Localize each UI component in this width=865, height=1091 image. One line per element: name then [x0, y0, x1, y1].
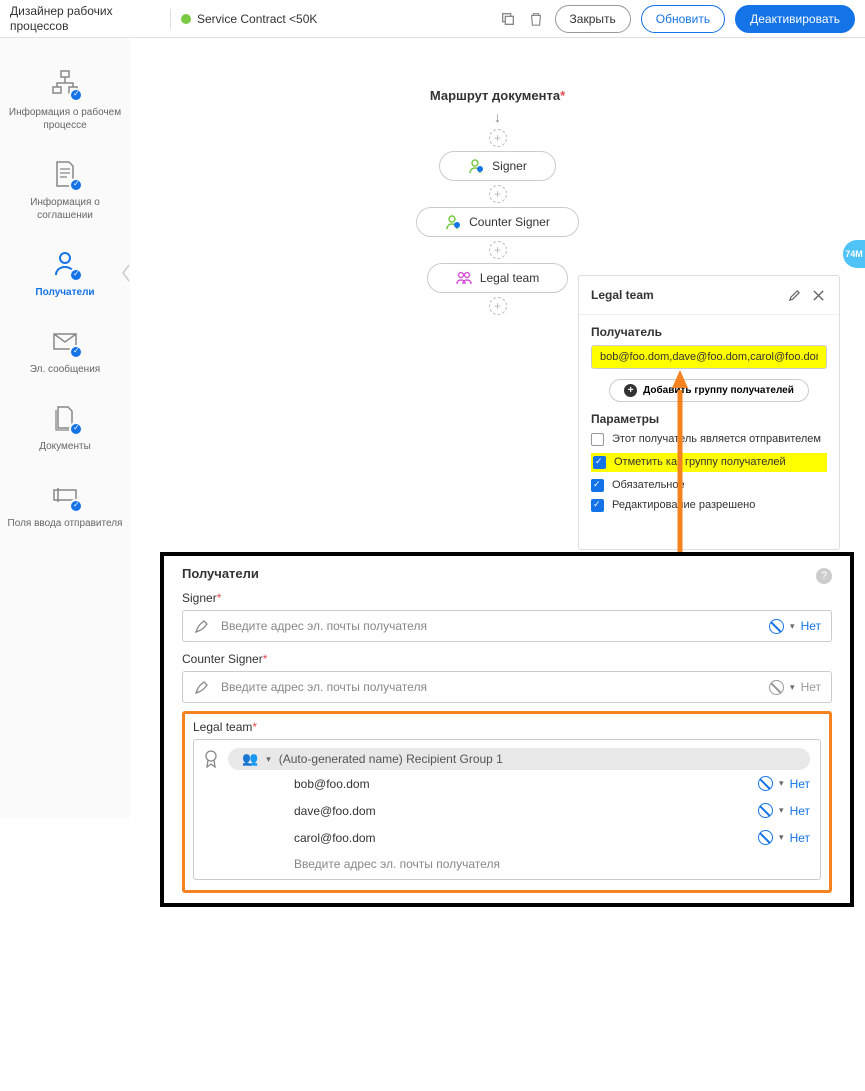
divider — [170, 9, 171, 29]
checkbox-icon — [591, 433, 604, 446]
recipient-group-block: 👥 ▾ (Auto-generated name) Recipient Grou… — [193, 739, 821, 880]
header-actions: Закрыть Обновить Деактивировать — [499, 5, 855, 33]
sidebar-item-emails[interactable]: Эл. сообщения — [0, 313, 130, 390]
chevron-down-icon: ▾ — [779, 778, 784, 789]
chevron-down-icon: ▾ — [779, 805, 784, 816]
add-node-button[interactable]: + — [489, 241, 507, 259]
sidebar-item-documents[interactable]: Документы — [0, 390, 130, 467]
group-member-row[interactable]: carol@foo.dom ▾Нет — [204, 824, 810, 851]
workflow-icon — [47, 66, 83, 102]
panel-title: Legal team — [591, 288, 785, 302]
sidebar-item-sender-fields[interactable]: Поля ввода отправителя — [0, 467, 130, 544]
refresh-button[interactable]: Обновить — [641, 5, 725, 33]
results-panel: Получатели ? Signer* Введите адрес эл. п… — [160, 552, 854, 907]
counter-badge[interactable]: 74M — [843, 240, 865, 268]
field-label-signer: Signer* — [182, 591, 832, 605]
counter-signer-email-input[interactable]: Введите адрес эл. почты получателя ▾ Нет — [182, 671, 832, 703]
prohibit-icon — [758, 803, 773, 818]
sidebar-item-agreement-info[interactable]: Информация о соглашении — [0, 146, 130, 236]
route-title: Маршрут документа* — [130, 88, 865, 103]
envelope-icon — [47, 323, 83, 359]
close-button[interactable]: Закрыть — [555, 5, 631, 33]
prohibit-icon — [769, 680, 784, 695]
ribbon-icon — [204, 750, 218, 768]
sidebar-item-recipients[interactable]: Получатели — [0, 236, 130, 313]
checkbox-checked-icon — [591, 479, 604, 492]
pencil-icon[interactable] — [785, 286, 803, 304]
checkbox-required[interactable]: Обязательное — [591, 479, 827, 492]
copy-icon[interactable] — [499, 10, 517, 28]
legal-team-highlight: Legal team* 👥 ▾ (Auto-generated name) Re… — [182, 711, 832, 893]
flow-node-counter-signer[interactable]: Counter Signer — [416, 207, 579, 237]
prohibit-icon — [769, 619, 784, 634]
group-name-pill[interactable]: 👥 ▾ (Auto-generated name) Recipient Grou… — [228, 748, 810, 770]
help-icon[interactable]: ? — [816, 568, 832, 584]
checkbox-checked-icon — [593, 456, 606, 469]
group-member-row[interactable]: dave@foo.dom ▾Нет — [204, 797, 810, 824]
chevron-down-icon: ▾ — [790, 621, 795, 632]
add-node-button[interactable]: + — [489, 129, 507, 147]
add-node-button[interactable]: + — [489, 297, 507, 315]
documents-icon — [47, 400, 83, 436]
person-icon — [47, 246, 83, 282]
app-title: Дизайнер рабочих процессов — [10, 4, 160, 33]
add-recipient-group-button[interactable]: + Добавить группу получателей — [609, 379, 809, 402]
people-icon — [456, 270, 472, 286]
person-icon — [468, 158, 484, 174]
pen-icon — [193, 678, 211, 696]
prohibit-icon — [758, 776, 773, 791]
checkbox-editable[interactable]: Редактирование разрешено — [591, 499, 827, 512]
people-icon: 👥 — [242, 751, 258, 767]
group-member-row[interactable]: bob@foo.dom ▾Нет — [204, 770, 810, 797]
results-title: Получатели — [182, 566, 832, 581]
status-dot-icon — [181, 14, 191, 24]
field-label-legal-team: Legal team* — [193, 720, 821, 734]
flow-node-legal-team[interactable]: Legal team — [427, 263, 568, 293]
close-icon[interactable] — [809, 286, 827, 304]
checkbox-checked-icon — [591, 499, 604, 512]
trash-icon[interactable] — [527, 10, 545, 28]
chevron-down-icon: ▾ — [266, 754, 271, 765]
recipient-input[interactable] — [591, 345, 827, 369]
field-label-counter-signer: Counter Signer* — [182, 652, 832, 666]
chevron-down-icon: ▾ — [779, 832, 784, 843]
flow-node-signer[interactable]: Signer — [439, 151, 556, 181]
input-field-icon — [47, 477, 83, 513]
recipient-label: Получатель — [591, 325, 827, 339]
app-header: Дизайнер рабочих процессов Service Contr… — [0, 0, 865, 38]
contract-name: Service Contract <50K — [197, 12, 499, 26]
sidebar-item-workflow-info[interactable]: Информация о рабочем процессе — [0, 56, 130, 146]
document-lines-icon — [47, 156, 83, 192]
params-label: Параметры — [591, 412, 827, 426]
arrow-down-icon: ↓ — [494, 109, 501, 125]
pen-icon — [193, 617, 211, 635]
prohibit-icon — [758, 830, 773, 845]
signer-email-input[interactable]: Введите адрес эл. почты получателя ▾ Нет — [182, 610, 832, 642]
add-member-input[interactable]: Введите адрес эл. почты получателя — [204, 851, 810, 871]
checkbox-is-sender[interactable]: Этот получатель является отправителем — [591, 433, 827, 446]
person-icon — [445, 214, 461, 230]
deactivate-button[interactable]: Деактивировать — [735, 5, 855, 33]
plus-circle-icon: + — [624, 384, 637, 397]
recipient-panel: Legal team Получатель + Добавить группу … — [578, 275, 840, 550]
add-node-button[interactable]: + — [489, 185, 507, 203]
chevron-down-icon: ▾ — [790, 682, 795, 693]
checkbox-mark-as-group[interactable]: Отметить как группу получателей — [591, 453, 827, 472]
sidebar: Информация о рабочем процессе Информация… — [0, 38, 130, 818]
